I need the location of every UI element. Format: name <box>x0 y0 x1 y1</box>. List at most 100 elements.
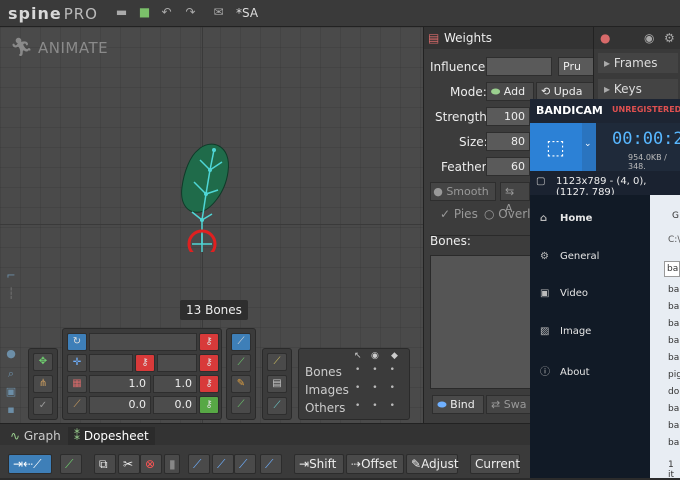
tab-dopesheet[interactable]: ⁑ Dopesheet <box>68 427 155 445</box>
auto-key-icon[interactable]: ⟋ <box>231 333 251 351</box>
shear-tool-icon[interactable]: ⟋ <box>67 396 87 414</box>
shear-y-field[interactable]: 0.0 <box>153 396 197 414</box>
canvas-viewport[interactable]: 🏃︎ ANIMATE 13 Bones ⌐ ┆ ● ⌕ ▣ ▪ ✥ ⋔ ✓ ↻ … <box>0 27 423 423</box>
menu-home[interactable]: ⌂ Home <box>540 213 592 224</box>
shear-key-icon[interactable]: ⚷ <box>199 396 219 414</box>
list-item[interactable]: ba <box>668 438 679 448</box>
lock-icon[interactable]: ▪ <box>4 403 18 417</box>
swap-button[interactable]: ⇄ Swa <box>486 395 534 414</box>
translate-key-icon[interactable]: ⚷ <box>199 354 219 372</box>
dopesheet-icon: ⁑ <box>74 429 84 443</box>
trash-button[interactable]: ▮ <box>164 454 180 474</box>
curve-bezier-button[interactable]: ⟋ <box>234 454 256 474</box>
pose-icon[interactable]: ✥ <box>33 353 53 371</box>
list-item[interactable]: ba <box>668 285 679 295</box>
shear-x-field[interactable]: 0.0 <box>89 396 151 414</box>
option-b-icon[interactable]: ▤ <box>267 375 287 393</box>
translate-y-field[interactable] <box>157 354 197 372</box>
frames-row[interactable]: ▸ Frames <box>598 53 678 73</box>
option-c-icon[interactable]: ⟋ <box>267 397 287 415</box>
graph-icon: ∿ <box>10 429 24 443</box>
list-item[interactable]: ba <box>668 336 679 346</box>
scale-tool-icon[interactable]: ▦ <box>67 375 87 393</box>
redo-icon[interactable]: ↷ <box>184 6 197 19</box>
weights-tool-icon[interactable]: ⋔ <box>33 375 53 393</box>
translate-tool-icon[interactable]: ✛ <box>67 354 87 372</box>
scale-key-icon[interactable]: ⚷ <box>199 375 219 393</box>
list-item[interactable]: ba <box>664 261 680 277</box>
key-pen-icon[interactable]: ✎ <box>231 375 251 393</box>
key-all-icon[interactable]: ⟋ <box>231 354 251 372</box>
save-icon[interactable]: ■ <box>138 6 151 19</box>
zoom-slider-icon[interactable]: ┆ <box>4 287 18 301</box>
key-bone-icon[interactable]: ⟋ <box>231 396 251 414</box>
view-icon[interactable]: ◉ <box>644 31 654 45</box>
curve-linear-button[interactable]: ⟋ <box>188 454 210 474</box>
curve-stepped-button[interactable]: ⟋ <box>212 454 234 474</box>
current-button[interactable]: Current <box>470 454 520 474</box>
shift-button[interactable]: ⇥Shift <box>294 454 344 474</box>
open-folder-icon[interactable]: ▬ <box>115 6 128 19</box>
translate-x-field[interactable] <box>89 354 133 372</box>
top-toolbar: spine PRO ▬ ■ ↶ ↷ ✉ *SA <box>0 0 680 27</box>
list-item[interactable]: ba <box>668 421 679 431</box>
keys-row[interactable]: ▸ Keys <box>598 79 678 99</box>
settings-icon[interactable]: ⚙ <box>664 31 675 45</box>
cut-button[interactable]: ✂ <box>118 454 140 474</box>
record-mode-dropdown[interactable]: ⌄ <box>582 123 596 171</box>
bandicam-file-list[interactable]: G C:\ ba ba ba ba ba ba pig do ba ba ba … <box>650 195 680 480</box>
bones-count-tooltip: 13 Bones <box>180 300 248 320</box>
menu-image[interactable]: ▨ Image <box>540 326 591 337</box>
size-field[interactable]: 80 <box>486 132 530 151</box>
pies-toggle[interactable]: ✓ Pies <box>440 207 478 221</box>
list-item[interactable]: ba <box>668 302 679 312</box>
screen-record-button[interactable]: ⬚ <box>530 123 590 171</box>
undo-icon[interactable]: ↶ <box>160 6 173 19</box>
pies-label: Pies <box>453 207 478 221</box>
menu-general[interactable]: ⚙ General <box>540 251 599 262</box>
rotate-tool-icon[interactable]: ↻ <box>67 333 87 351</box>
scale-y-field[interactable]: 1.0 <box>153 375 197 393</box>
scale-x-field[interactable]: 1.0 <box>89 375 151 393</box>
size-label: Size: <box>459 135 488 149</box>
feather-field[interactable]: 60 <box>486 157 530 176</box>
curve-custom-button[interactable]: ⟋ <box>260 454 282 474</box>
vis-bones-toggles[interactable]: ••• <box>355 365 407 375</box>
influence-field[interactable] <box>486 57 552 76</box>
viewport-tool-icon[interactable]: ⌐ <box>4 269 18 283</box>
skeleton-mesh[interactable] <box>170 132 240 252</box>
prune-button[interactable]: Pru <box>558 57 594 76</box>
option-a-icon[interactable]: ⟋ <box>267 353 287 371</box>
adjust-button[interactable]: ✎Adjust <box>406 454 459 474</box>
vis-images-toggles[interactable]: ••• <box>355 383 407 393</box>
vis-others-toggles[interactable]: ••• <box>355 401 407 411</box>
rotate-field[interactable] <box>89 333 197 351</box>
fit-view-icon[interactable]: ▣ <box>4 385 18 399</box>
menu-about[interactable]: ⓘ About <box>540 363 590 378</box>
zoom-dot-icon[interactable]: ● <box>4 347 18 361</box>
offset-button[interactable]: ⇢Offset <box>346 454 404 474</box>
list-item[interactable]: ba <box>668 319 679 329</box>
tab-graph[interactable]: ∿ Graph <box>4 427 67 445</box>
list-item[interactable]: ba <box>668 353 679 363</box>
translate-x-key-icon[interactable]: ⚷ <box>135 354 155 372</box>
auto-button[interactable]: ⇆ A <box>500 182 530 215</box>
menu-video[interactable]: ▣ Video <box>540 288 588 299</box>
key-snap-button[interactable]: ⇥⇠⟋ <box>8 454 52 474</box>
key-filter-button[interactable]: ⟋ <box>60 454 82 474</box>
copy-button[interactable]: ⧉ <box>94 454 116 474</box>
list-item[interactable]: ba <box>668 404 679 414</box>
create-tool-icon[interactable]: ✓ <box>33 397 53 415</box>
list-item[interactable]: pig <box>668 370 680 380</box>
zoom-search-icon[interactable]: ⌕ <box>4 367 18 381</box>
mail-icon[interactable]: ✉ <box>212 6 225 19</box>
smooth-button[interactable]: ● Smooth <box>430 182 496 201</box>
list-item[interactable]: do <box>668 387 679 397</box>
strength-field[interactable]: 100 <box>486 107 530 126</box>
delete-button[interactable]: ⊗ <box>140 454 162 474</box>
rotate-key-icon[interactable]: ⚷ <box>199 333 219 351</box>
bind-button[interactable]: ⬬ Bind <box>432 395 484 414</box>
bones-list[interactable] <box>430 255 534 389</box>
add-button[interactable]: ⬬ Add <box>486 82 534 101</box>
record-timer: 00:00:2 <box>612 129 680 149</box>
